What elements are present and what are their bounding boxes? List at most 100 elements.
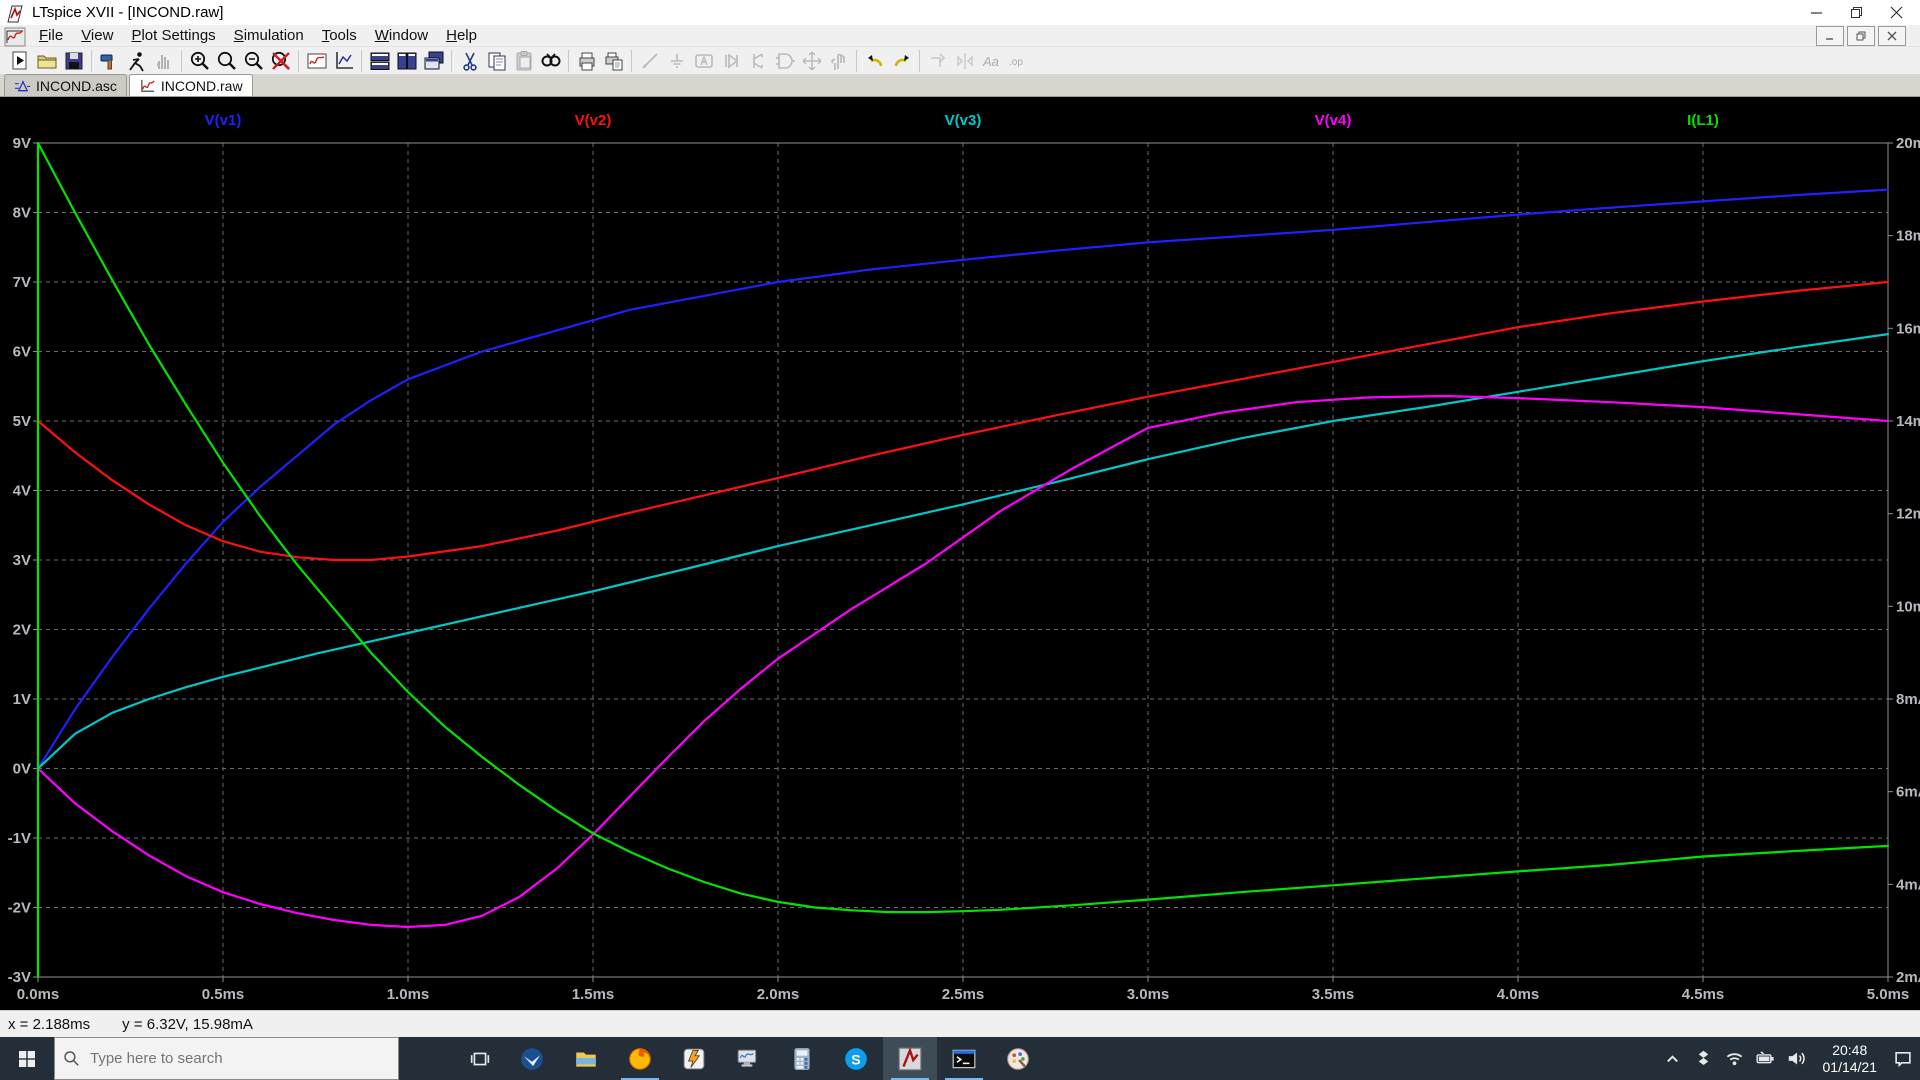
minimize-button[interactable] [1796, 0, 1836, 25]
restore-button[interactable] [1836, 0, 1876, 25]
undo-button[interactable] [861, 49, 888, 73]
taskbar-app-winamp[interactable] [667, 1037, 721, 1080]
plot-canvas[interactable]: 0.0ms 0.5ms 1.0ms 1.5ms 2.0ms 2.5ms 3.0ms 3.5ms… [0, 97, 1920, 1010]
y-left-tick-label: 0V [13, 761, 31, 778]
redo-button[interactable] [888, 49, 915, 73]
menu-item-help[interactable]: Help [437, 25, 486, 46]
tile-vertical-button[interactable] [366, 49, 393, 73]
toolbar: Aa .op [0, 47, 1920, 75]
menu-item-window[interactable]: Window [366, 25, 437, 46]
svg-text:.op: .op [1009, 57, 1023, 68]
mdi-close-button[interactable] [1878, 25, 1906, 46]
text-button: Aa [978, 49, 1005, 73]
y-right-tick-label: 20mA [1896, 135, 1920, 152]
skype-icon: S [845, 1047, 867, 1070]
taskbar-app-scope[interactable] [721, 1037, 775, 1080]
legend-label-v(v2)[interactable]: V(v2) [575, 112, 612, 129]
taskbar-app-terminal[interactable] [937, 1037, 991, 1080]
menu-item-view[interactable]: View [72, 25, 122, 46]
calculator-icon [794, 1047, 810, 1070]
svg-text:Aa: Aa [982, 54, 999, 69]
clock-date: 01/14/21 [1822, 1058, 1878, 1075]
zoom-out-button[interactable] [240, 49, 267, 73]
battery-icon[interactable] [1755, 1048, 1777, 1070]
run-man-button[interactable] [123, 49, 150, 73]
legend-label-v(v4)[interactable]: V(v4) [1315, 112, 1352, 129]
legend-label-i(l1)[interactable]: I(L1) [1687, 112, 1719, 129]
control-panel-button[interactable] [96, 49, 123, 73]
ground-button [663, 49, 690, 73]
y-left-tick-label: 7V [13, 274, 31, 291]
find-button[interactable] [537, 49, 564, 73]
move-button [798, 49, 825, 73]
dropbox-icon[interactable] [1693, 1048, 1715, 1070]
toolbar-separator [361, 49, 362, 72]
y-left-tick-label: 5V [13, 413, 31, 430]
taskbar-app-calculator[interactable] [775, 1037, 829, 1080]
menu-bar: File View Plot Settings Simulation Tools Wind… [0, 25, 1920, 47]
taskbar-app-ltspice[interactable] [883, 1037, 937, 1080]
autorange-button[interactable] [330, 49, 357, 73]
open-button[interactable] [33, 49, 60, 73]
mdi-restore-button[interactable] [1847, 25, 1875, 46]
tab-label: INCOND.raw [160, 77, 243, 94]
taskbar-search-box[interactable] [54, 1037, 399, 1080]
wifi-icon[interactable] [1724, 1048, 1746, 1070]
y-right-tick-label: 14mA [1896, 413, 1920, 430]
status-bar: x = 2.188ms y = 6.32V, 15.98mA [0, 1010, 1920, 1037]
tile-horizontal-button[interactable] [393, 49, 420, 73]
legend-label-v(v1)[interactable]: V(v1) [205, 112, 242, 129]
tab-incond.raw[interactable]: INCOND.raw [128, 74, 253, 96]
taskbar-app-file-explorer[interactable] [559, 1037, 613, 1080]
taskbar-app-skype[interactable]: S [829, 1037, 883, 1080]
toolbar-separator [181, 49, 182, 72]
run-button[interactable] [6, 49, 33, 73]
save-button[interactable] [60, 49, 87, 73]
zoom-extents-button[interactable] [267, 49, 294, 73]
cascade-button[interactable] [420, 49, 447, 73]
chevron-up-icon[interactable] [1662, 1048, 1684, 1070]
y-left-tick-label: 6V [13, 344, 31, 361]
copy-button[interactable] [483, 49, 510, 73]
menu-item-simulation[interactable]: Simulation [225, 25, 313, 46]
menu-item-tools[interactable]: Tools [313, 25, 366, 46]
legend-label-v(v3)[interactable]: V(v3) [945, 112, 982, 129]
taskbar-clock[interactable]: 20:48 01/14/21 [1817, 1042, 1884, 1076]
y-right-tick-label: 18mA [1896, 228, 1920, 245]
tab-incond.asc[interactable]: INCOND.asc [4, 74, 127, 96]
cut-button[interactable] [456, 49, 483, 73]
zoom-back-button[interactable] [213, 49, 240, 73]
ltspice-app-icon [4, 3, 26, 23]
window-title: LTspice XVII - [INCOND.raw] [32, 4, 224, 21]
taskbar-app-firefox[interactable] [613, 1037, 667, 1080]
taskbar-app-thunderbird[interactable] [505, 1037, 559, 1080]
close-button[interactable] [1876, 0, 1916, 25]
x-tick-label: 1.0ms [387, 986, 430, 1003]
paste-button [510, 49, 537, 73]
search-input[interactable] [88, 1049, 362, 1068]
volume-icon[interactable] [1786, 1048, 1808, 1070]
menu-item-file[interactable]: File [30, 25, 72, 46]
child-window-icon[interactable] [4, 27, 26, 46]
x-tick-label: 0.0ms [17, 986, 60, 1003]
zoom-area-button[interactable] [186, 49, 213, 73]
firefox-icon [629, 1047, 651, 1070]
mirror-button [951, 49, 978, 73]
x-tick-label: 0.5ms [202, 986, 245, 1003]
x-tick-label: 3.0ms [1127, 986, 1170, 1003]
taskbar-app-paint[interactable] [991, 1037, 1045, 1080]
start-button[interactable] [0, 1037, 54, 1080]
plot-settings-button[interactable] [303, 49, 330, 73]
menu-item-plot-settings[interactable]: Plot Settings [122, 25, 224, 46]
spice-directive-button: .op [1005, 49, 1032, 73]
y-right-tick-label: 4mA [1896, 876, 1920, 893]
action-center-icon[interactable] [1892, 1048, 1914, 1070]
print-button[interactable] [573, 49, 600, 73]
waveform-plot[interactable]: 0.0ms 0.5ms 1.0ms 1.5ms 2.0ms 2.5ms 3.0ms 3.5ms… [0, 97, 1920, 1010]
mdi-minimize-button[interactable] [1816, 25, 1844, 46]
y-right-tick-label: 6mA [1896, 784, 1920, 801]
task-view-button[interactable] [455, 1037, 505, 1080]
print-preview-button[interactable] [600, 49, 627, 73]
x-tick-label: 2.0ms [757, 986, 800, 1003]
taskbar-apps: S [505, 1037, 1045, 1080]
